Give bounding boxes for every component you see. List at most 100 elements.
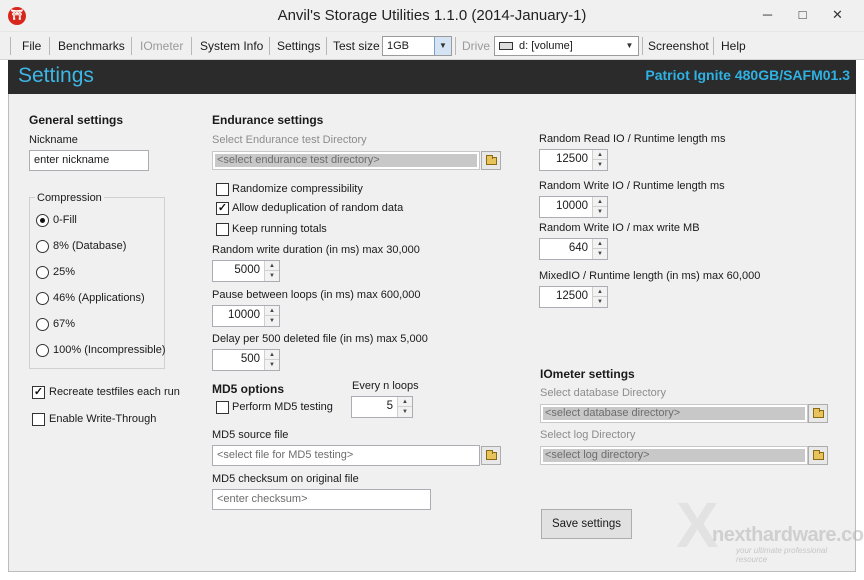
- test-size-select[interactable]: 1GB ▼: [382, 36, 452, 56]
- mixed-io-value: 12500: [556, 290, 588, 302]
- menu-help[interactable]: Help: [721, 37, 746, 55]
- nickname-input[interactable]: enter nickname: [29, 150, 149, 171]
- drive-select[interactable]: d: [volume] ▼: [494, 36, 639, 56]
- compression-option-label: 0-Fill: [53, 214, 77, 226]
- drive-value: d: [volume]: [519, 40, 573, 52]
- write-through-checkbox[interactable]: [32, 413, 45, 426]
- database-browse-button[interactable]: [808, 404, 828, 423]
- chevron-down-icon: ▼: [434, 37, 451, 55]
- compression-option-label: 100% (Incompressible): [53, 344, 166, 356]
- menu-bar: File Benchmarks IOmeter System Info Sett…: [0, 32, 864, 60]
- random-write-max-stepper[interactable]: 640 ▲ ▼: [539, 238, 608, 260]
- menu-separator: [191, 37, 192, 55]
- spin-down-icon[interactable]: ▼: [593, 249, 607, 259]
- endurance-browse-button[interactable]: [481, 151, 501, 170]
- spin-up-icon[interactable]: ▲: [593, 197, 607, 207]
- menu-file[interactable]: File: [22, 37, 41, 55]
- spin-up-icon[interactable]: ▲: [398, 397, 412, 407]
- dedup-checkbox[interactable]: ✓: [216, 202, 229, 215]
- menu-benchmarks[interactable]: Benchmarks: [58, 37, 125, 55]
- close-button[interactable]: ✕: [815, 0, 860, 30]
- minimize-button[interactable]: ─: [745, 0, 790, 30]
- save-settings-button[interactable]: Save settings: [541, 509, 632, 539]
- compression-radio-2[interactable]: [36, 266, 49, 279]
- log-dir-field[interactable]: <select log directory>: [540, 446, 808, 465]
- md5-checksum-input[interactable]: <enter checksum>: [212, 489, 431, 510]
- database-dir-field[interactable]: <select database directory>: [540, 404, 808, 423]
- log-browse-button[interactable]: [808, 446, 828, 465]
- window-title: Anvil's Storage Utilities 1.1.0 (2014-Ja…: [277, 7, 587, 24]
- write-through-label: Enable Write-Through: [49, 413, 157, 425]
- spin-up-icon[interactable]: ▲: [265, 350, 279, 360]
- compression-option-label: 67%: [53, 318, 76, 330]
- compression-option-label: 8% (Database): [53, 240, 127, 252]
- iometer-settings-heading: IOmeter settings: [540, 367, 635, 381]
- spin-down-icon[interactable]: ▼: [593, 207, 607, 217]
- compression-radio-5[interactable]: [36, 344, 49, 357]
- menu-iometer[interactable]: IOmeter: [140, 37, 183, 55]
- compression-radio-3[interactable]: [36, 292, 49, 305]
- drive-icon: [499, 42, 513, 50]
- watermark-brand: nexthardware.com: [712, 524, 864, 546]
- compression-radio-0[interactable]: [36, 214, 49, 227]
- random-write-io-stepper[interactable]: 10000 ▲ ▼: [539, 196, 608, 218]
- page-header: Settings Patriot Ignite 480GB/SAFM01.3: [8, 60, 856, 94]
- spin-down-icon[interactable]: ▼: [265, 271, 279, 281]
- menu-separator: [326, 37, 327, 55]
- spin-down-icon[interactable]: ▼: [593, 297, 607, 307]
- spin-down-icon[interactable]: ▼: [265, 316, 279, 326]
- delay-stepper[interactable]: 500 ▲ ▼: [212, 349, 280, 371]
- menu-settings[interactable]: Settings: [277, 37, 320, 55]
- endurance-settings-heading: Endurance settings: [212, 113, 324, 127]
- test-size-label: Test size: [333, 39, 380, 53]
- keep-totals-label: Keep running totals: [232, 223, 327, 235]
- compression-radio-1[interactable]: [36, 240, 49, 253]
- endurance-dir-placeholder: <select endurance test directory>: [215, 154, 477, 167]
- endurance-dir-field[interactable]: <select endurance test directory>: [212, 151, 480, 170]
- recreate-testfiles-checkbox[interactable]: ✓: [32, 386, 45, 399]
- watermark-logo: X nexthardware.com your ultimate profess…: [676, 488, 864, 566]
- menu-separator: [10, 37, 11, 55]
- random-write-value: 5000: [234, 264, 260, 276]
- randomize-checkbox[interactable]: [216, 183, 229, 196]
- log-dir-placeholder: <select log directory>: [543, 449, 805, 462]
- spin-up-icon[interactable]: ▲: [265, 261, 279, 271]
- perform-md5-checkbox[interactable]: [216, 401, 229, 414]
- every-n-loops-label: Every n loops: [352, 380, 419, 392]
- spin-down-icon[interactable]: ▼: [398, 407, 412, 417]
- mixed-io-stepper[interactable]: 12500 ▲ ▼: [539, 286, 608, 308]
- random-write-label: Random write duration (in ms) max 30,000: [212, 244, 420, 256]
- spin-down-icon[interactable]: ▼: [265, 360, 279, 370]
- every-n-loops-stepper[interactable]: 5 ▲ ▼: [351, 396, 413, 418]
- md5-browse-button[interactable]: [481, 446, 501, 465]
- device-name: Patriot Ignite 480GB/SAFM01.3: [645, 67, 850, 83]
- md5-options-heading: MD5 options: [212, 382, 284, 396]
- random-write-max-value: 640: [568, 242, 588, 254]
- general-settings-heading: General settings: [29, 113, 124, 127]
- maximize-button[interactable]: □: [790, 0, 815, 30]
- watermark-tagline: your ultimate professional resource: [736, 546, 828, 564]
- spin-up-icon[interactable]: ▲: [593, 239, 607, 249]
- menu-system-info[interactable]: System Info: [200, 37, 263, 55]
- database-dir-label: Select database Directory: [540, 387, 666, 399]
- random-read-stepper[interactable]: 12500 ▲ ▼: [539, 149, 608, 171]
- spin-down-icon[interactable]: ▼: [593, 160, 607, 170]
- page-title: Settings: [18, 64, 94, 87]
- menu-separator: [713, 37, 714, 55]
- folder-icon: [813, 408, 824, 418]
- spin-up-icon[interactable]: ▲: [265, 306, 279, 316]
- folder-icon: [813, 450, 824, 460]
- log-dir-label: Select log Directory: [540, 429, 636, 441]
- random-write-stepper[interactable]: 5000 ▲ ▼: [212, 260, 280, 282]
- folder-icon: [486, 155, 497, 165]
- spin-up-icon[interactable]: ▲: [593, 150, 607, 160]
- pause-stepper[interactable]: 10000 ▲ ▼: [212, 305, 280, 327]
- md5-source-input[interactable]: <select file for MD5 testing>: [212, 445, 480, 466]
- every-n-loops-value: 5: [386, 400, 393, 412]
- keep-totals-checkbox[interactable]: [216, 223, 229, 236]
- chevron-down-icon: ▼: [625, 41, 634, 50]
- spin-up-icon[interactable]: ▲: [593, 287, 607, 297]
- menu-screenshot[interactable]: Screenshot: [648, 37, 709, 55]
- compression-radio-4[interactable]: [36, 318, 49, 331]
- compression-option-label: 46% (Applications): [53, 292, 145, 304]
